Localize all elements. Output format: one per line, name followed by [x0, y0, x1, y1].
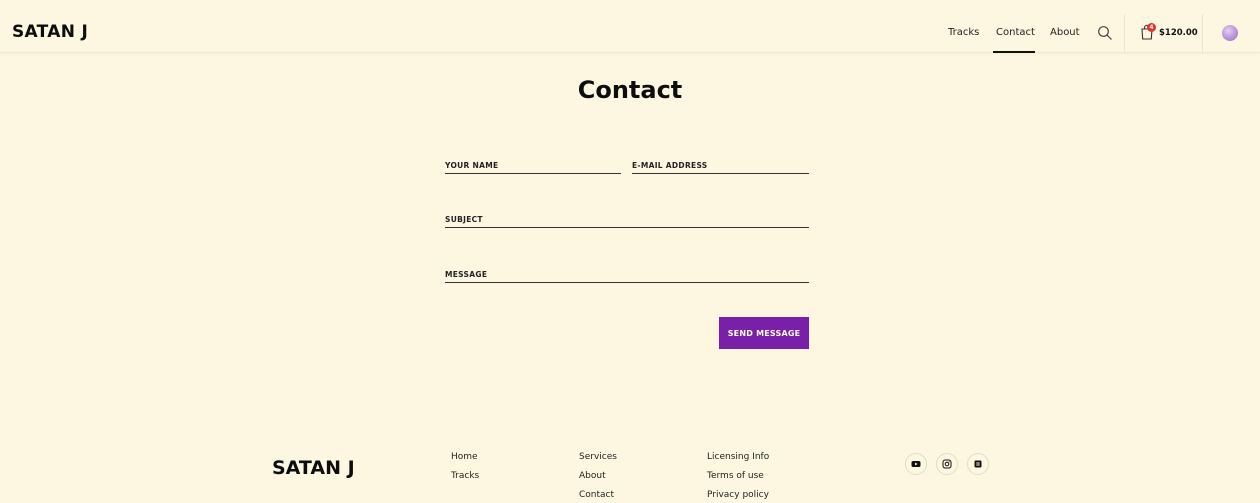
nav-contact[interactable]: Contact — [996, 27, 1035, 38]
footer-link-licensing[interactable]: Licensing Info — [707, 452, 769, 462]
email-field[interactable] — [632, 158, 809, 174]
beatstars-icon — [974, 460, 982, 468]
cart-count-badge: 4 — [1147, 23, 1156, 32]
search-icon[interactable] — [1097, 25, 1113, 41]
avatar[interactable] — [1222, 25, 1238, 41]
nav-tracks[interactable]: Tracks — [948, 27, 979, 38]
site-header: SATAN J Tracks Contact About 4 $120.00 — [0, 0, 1260, 53]
footer-link-terms[interactable]: Terms of use — [707, 471, 764, 481]
send-message-button[interactable]: SEND MESSAGE — [719, 317, 809, 349]
footer-link-contact[interactable]: Contact — [579, 490, 614, 500]
subject-field[interactable] — [445, 212, 809, 228]
footer-link-tracks[interactable]: Tracks — [451, 471, 479, 481]
footer-link-home[interactable]: Home — [451, 452, 478, 462]
instagram-icon[interactable] — [936, 453, 958, 475]
cart-total[interactable]: $120.00 — [1159, 28, 1198, 38]
footer-link-services[interactable]: Services — [579, 452, 617, 462]
message-field[interactable] — [445, 267, 809, 283]
page-title: Contact — [577, 76, 683, 104]
footer-link-about[interactable]: About — [579, 471, 606, 481]
youtube-icon — [911, 461, 921, 467]
name-field[interactable] — [445, 158, 621, 174]
nav-active-indicator — [993, 51, 1035, 53]
divider — [1202, 14, 1203, 52]
nav-about[interactable]: About — [1050, 27, 1080, 38]
beatstars-icon[interactable] — [967, 453, 989, 475]
instagram-icon — [942, 459, 952, 469]
divider — [1124, 14, 1125, 52]
footer-logo[interactable]: SATAN J — [272, 457, 355, 479]
youtube-icon[interactable] — [905, 453, 927, 475]
footer-link-privacy[interactable]: Privacy policy — [707, 490, 769, 500]
site-logo[interactable]: SATAN J — [12, 22, 88, 42]
